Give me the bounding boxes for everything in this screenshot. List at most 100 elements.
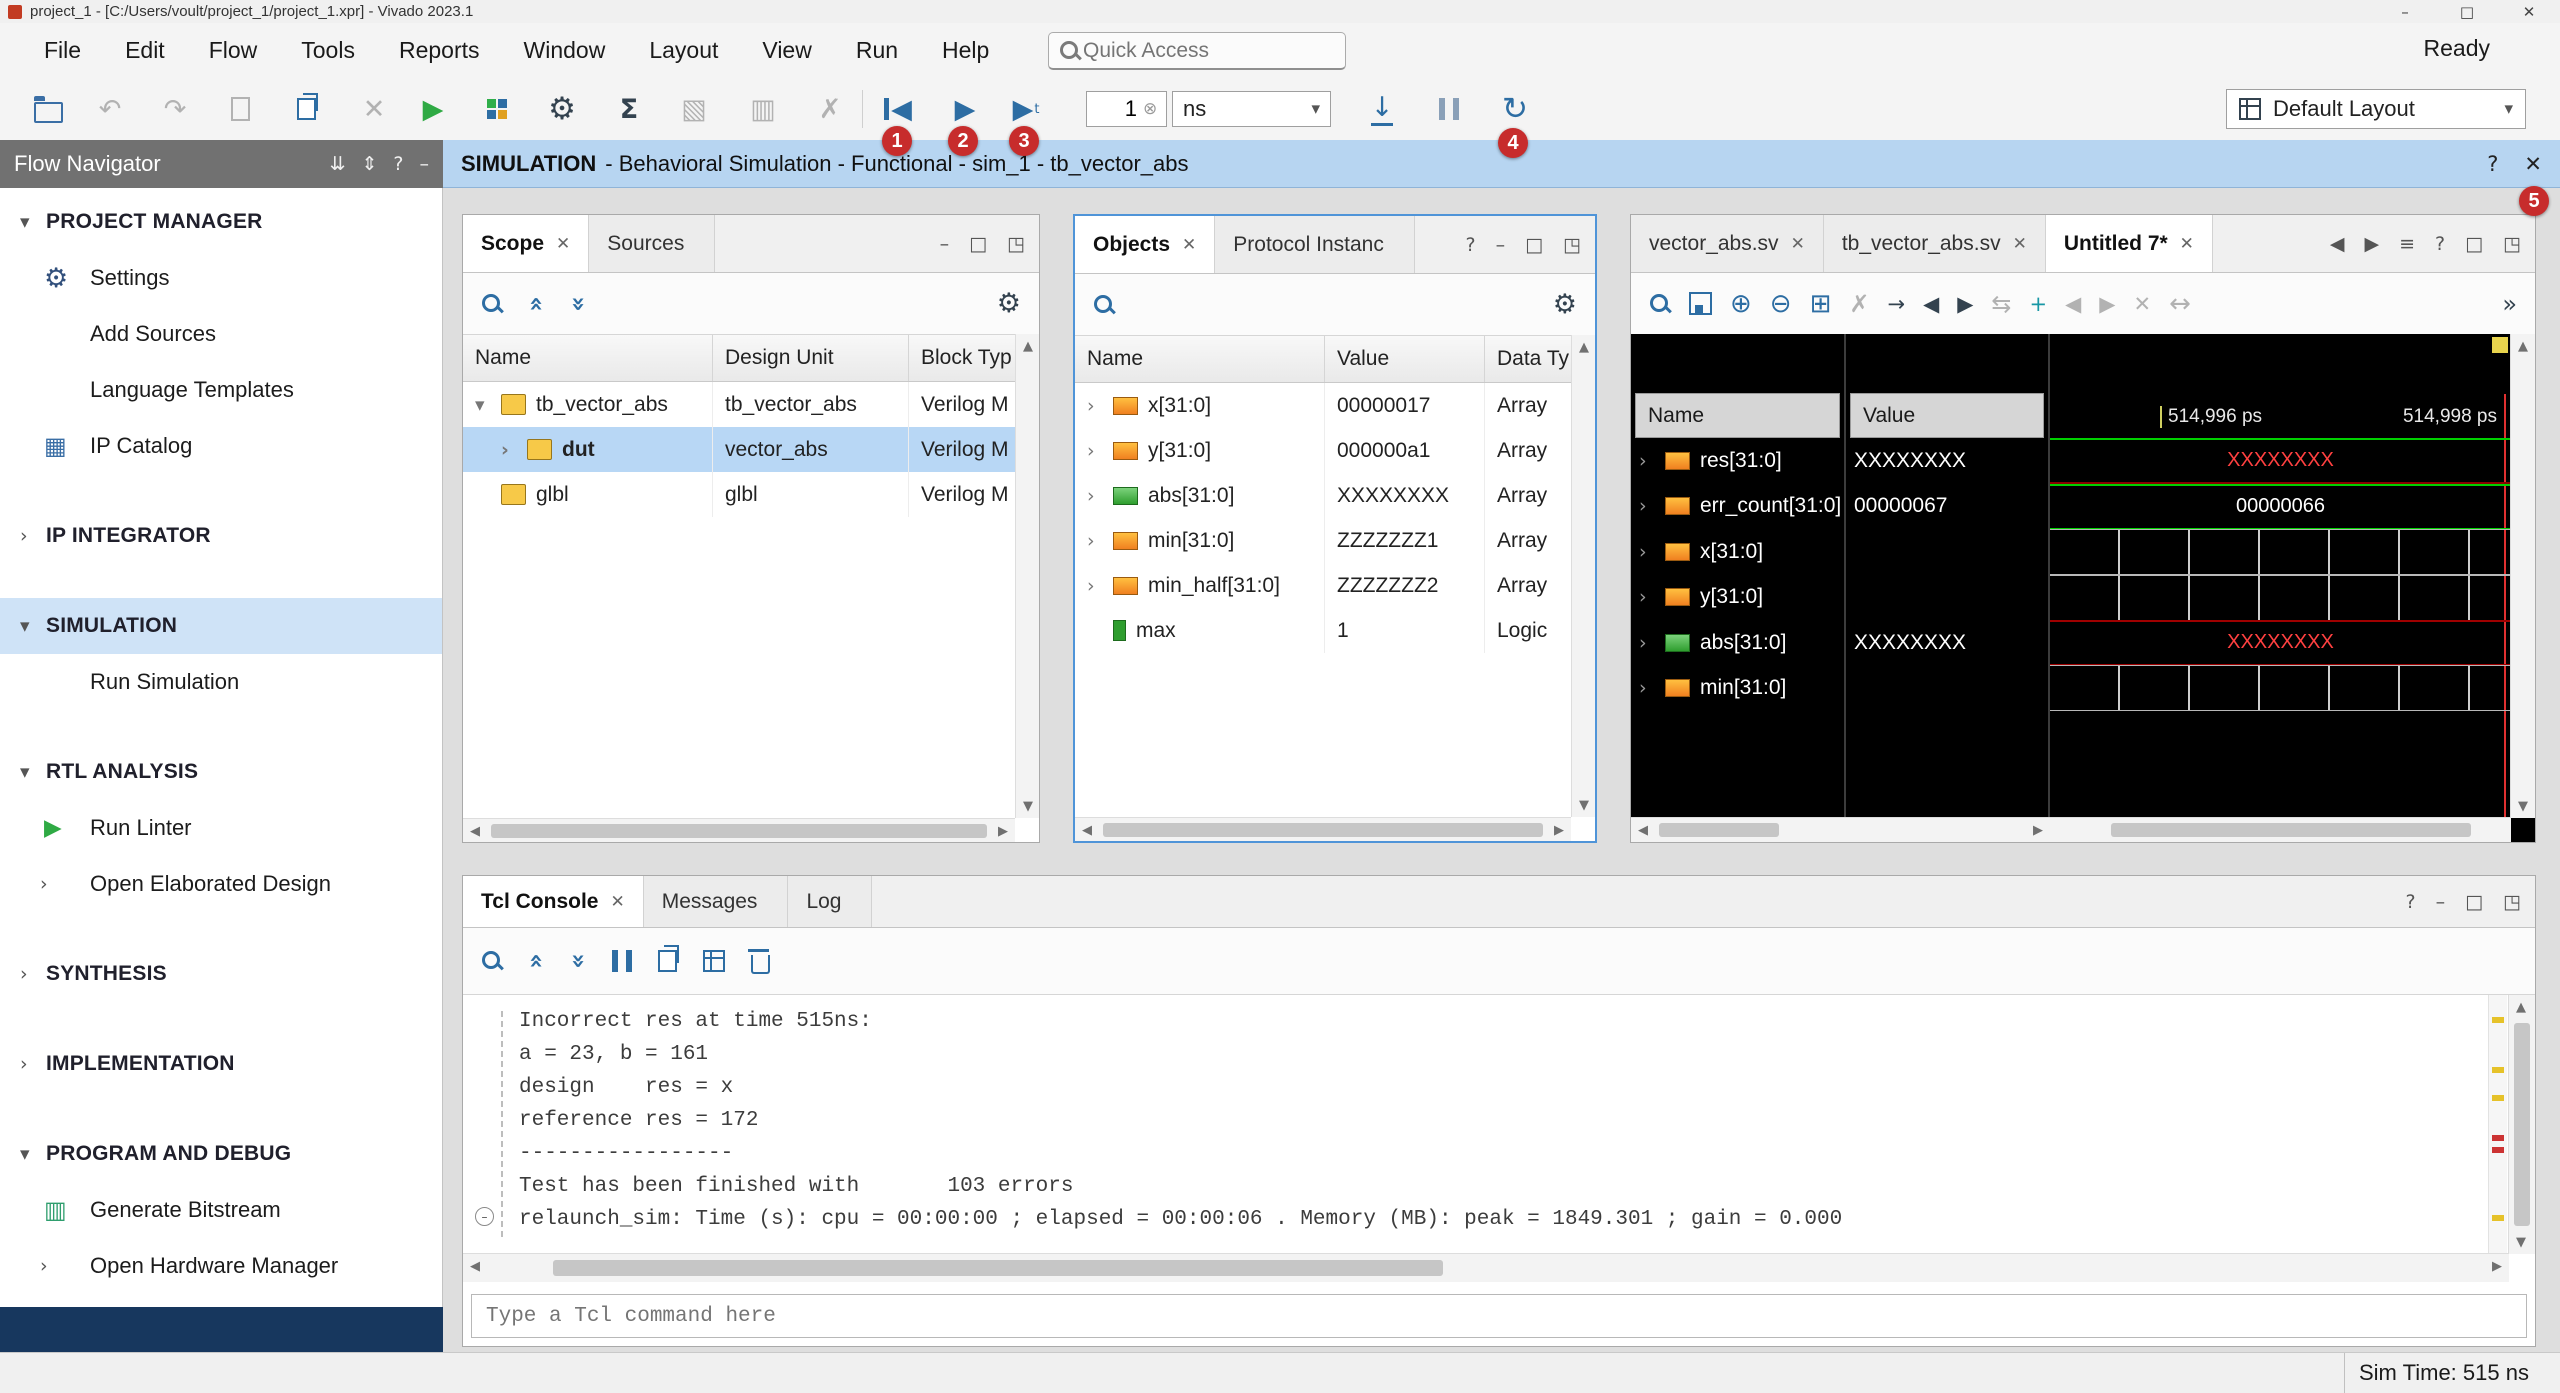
expander-icon[interactable]: › [501, 439, 527, 461]
menu-item[interactable]: Layout [627, 37, 740, 64]
scope-row[interactable]: › dut vector_abs Verilog M [463, 427, 1039, 472]
marker-right-icon[interactable]: ▶ [2099, 292, 2115, 316]
reports-sigma-icon[interactable]: Σ [607, 78, 651, 140]
window-maximize-icon[interactable]: □ [2436, 3, 2498, 21]
tab-forward-icon[interactable]: ▶ [2364, 233, 2379, 255]
scroll-right-icon[interactable]: ▶ [1547, 818, 1571, 842]
close-icon[interactable]: ✕ [2013, 234, 2027, 254]
objects-vscrollbar[interactable]: ▲ ▼ [1571, 335, 1595, 817]
search-icon[interactable] [481, 950, 503, 972]
search-icon[interactable] [481, 293, 503, 315]
tab-menu-icon[interactable]: ≡ [2399, 233, 2415, 255]
menu-item[interactable]: View [740, 37, 833, 64]
copy-icon[interactable] [284, 78, 328, 140]
tab[interactable]: Untitled 7* ✕ [2046, 215, 2213, 272]
expander-icon[interactable]: ▾ [20, 615, 46, 637]
menu-item[interactable]: File [22, 37, 103, 64]
scope-row[interactable]: glbl glbl Verilog M [463, 472, 1039, 517]
tab[interactable]: tb_vector_abs.sv ✕ [1824, 215, 2046, 272]
objects-row[interactable]: › y[31:0] 000000a1 Array [1075, 428, 1595, 473]
delete-icon[interactable]: ✕ [352, 78, 396, 140]
scroll-up-icon[interactable]: ▲ [1016, 334, 1040, 358]
flow-nav-entry[interactable]: Language Templates [0, 362, 442, 418]
menu-item[interactable]: Tools [279, 37, 377, 64]
console-hscrollbar[interactable]: ◀ ▶ [463, 1253, 2509, 1282]
scroll-up-icon[interactable]: ▲ [2511, 334, 2535, 358]
scroll-right-icon[interactable]: ▶ [991, 819, 1015, 843]
column-header[interactable]: Name [1075, 336, 1325, 382]
scroll-right-icon[interactable]: ▶ [2026, 818, 2050, 842]
settings-gear-icon[interactable]: ⚙ [540, 78, 584, 140]
float-icon[interactable]: ◳ [1007, 233, 1025, 255]
clear-console-icon[interactable] [751, 955, 770, 974]
minimize-icon[interactable]: – [1496, 234, 1506, 256]
wave-signal-row[interactable]: › abs[31:0] [1631, 620, 1844, 666]
collapse-toggle-icon[interactable]: – [475, 1207, 494, 1226]
flow-nav-entry[interactable]: › Open Elaborated Design [0, 856, 442, 912]
flow-nav-entry[interactable]: Run Simulation [0, 654, 442, 710]
flow-nav-entry[interactable]: Add Sources [0, 306, 442, 362]
time-unit-select[interactable]: ns ▾ [1172, 91, 1331, 127]
expand-collapse-icon[interactable]: ⇕ [361, 153, 377, 175]
fit-width-icon[interactable]: ↔ [2169, 289, 2191, 319]
minimize-icon[interactable]: – [940, 233, 950, 255]
float-icon[interactable]: ◳ [2503, 891, 2521, 913]
tcl-command-box[interactable] [471, 1294, 2527, 1338]
pause-output-icon[interactable] [612, 950, 632, 972]
close-icon[interactable]: ✕ [2180, 234, 2194, 254]
minimize-icon[interactable]: – [420, 153, 430, 175]
maximize-icon[interactable]: □ [1525, 234, 1543, 256]
flow-nav-entry[interactable]: Run Linter [0, 800, 442, 856]
console-vscrollbar[interactable]: ▲ ▼ [2508, 995, 2535, 1254]
objects-row[interactable]: › min_half[31:0] ZZZZZZZ2 Array [1075, 563, 1595, 608]
quick-access-input[interactable] [1081, 38, 1305, 64]
wave-hscrollbar[interactable]: ◀ ▶ [1631, 817, 2511, 842]
scroll-down-icon[interactable]: ▼ [1016, 794, 1040, 818]
clear-icon[interactable]: ⊗ [1143, 99, 1157, 119]
wave-vscrollbar[interactable]: ▲ ▼ [2510, 334, 2535, 818]
expander-icon[interactable]: › [1087, 395, 1113, 417]
console-output[interactable]: – Incorrect res at time 515ns: a = 23, b… [463, 995, 2535, 1254]
save-icon[interactable] [218, 78, 262, 140]
settings-gear-icon[interactable]: ⚙ [997, 288, 1021, 319]
pause-icon[interactable] [1427, 78, 1471, 140]
step-icon[interactable]: ↓ [1360, 78, 1404, 140]
scroll-down-icon[interactable]: ▼ [2509, 1230, 2533, 1254]
expander-icon[interactable]: › [40, 873, 48, 895]
collapse-all-icon[interactable]: « [523, 953, 551, 969]
redo-icon[interactable]: ↷ [153, 78, 197, 140]
help-icon[interactable]: ? [2435, 233, 2445, 255]
run-icon[interactable]: ▶ [411, 78, 455, 140]
wave-signal-row[interactable]: › min[31:0] [1631, 666, 1844, 712]
help-icon[interactable]: ? [2406, 891, 2416, 913]
scroll-down-icon[interactable]: ▼ [2511, 794, 2535, 818]
scope-hscrollbar[interactable]: ◀ ▶ [463, 818, 1015, 842]
undo-icon[interactable]: ↶ [88, 78, 132, 140]
expander-icon[interactable]: › [1639, 586, 1665, 608]
flow-nav-entry[interactable]: ▾ RTL ANALYSIS [0, 744, 442, 800]
help-icon[interactable]: ? [2487, 152, 2498, 176]
objects-row[interactable]: › x[31:0] 00000017 Array [1075, 383, 1595, 428]
expander-icon[interactable]: › [1087, 530, 1113, 552]
goto-time-icon[interactable]: → [1888, 292, 1906, 316]
more-icon[interactable]: » [2502, 290, 2517, 318]
expander-icon[interactable]: › [1639, 632, 1665, 654]
scroll-left-icon[interactable]: ◀ [463, 819, 487, 843]
elaborate-icon[interactable] [475, 78, 519, 140]
expander-icon[interactable]: › [1087, 485, 1113, 507]
float-icon[interactable]: ◳ [1563, 234, 1581, 256]
quick-access-search[interactable] [1048, 32, 1346, 70]
float-icon[interactable]: ◳ [2503, 233, 2521, 255]
scroll-thumb[interactable] [1103, 823, 1543, 837]
scroll-up-icon[interactable]: ▲ [1572, 335, 1596, 359]
tcl-command-input[interactable] [484, 1304, 2514, 1329]
maximize-icon[interactable]: □ [2465, 891, 2483, 913]
flow-nav-entry[interactable]: ▾ PROJECT MANAGER [0, 194, 442, 250]
close-icon[interactable]: ✕ [556, 234, 570, 254]
close-wave-icon[interactable]: ✕ [2133, 292, 2151, 316]
sim-time-input[interactable] [1087, 95, 1141, 123]
scroll-thumb[interactable] [2514, 1023, 2530, 1226]
expander-icon[interactable]: ▾ [20, 211, 46, 233]
next-transition-icon[interactable]: ▶ [1957, 292, 1973, 316]
scroll-left-icon[interactable]: ◀ [1075, 818, 1099, 842]
